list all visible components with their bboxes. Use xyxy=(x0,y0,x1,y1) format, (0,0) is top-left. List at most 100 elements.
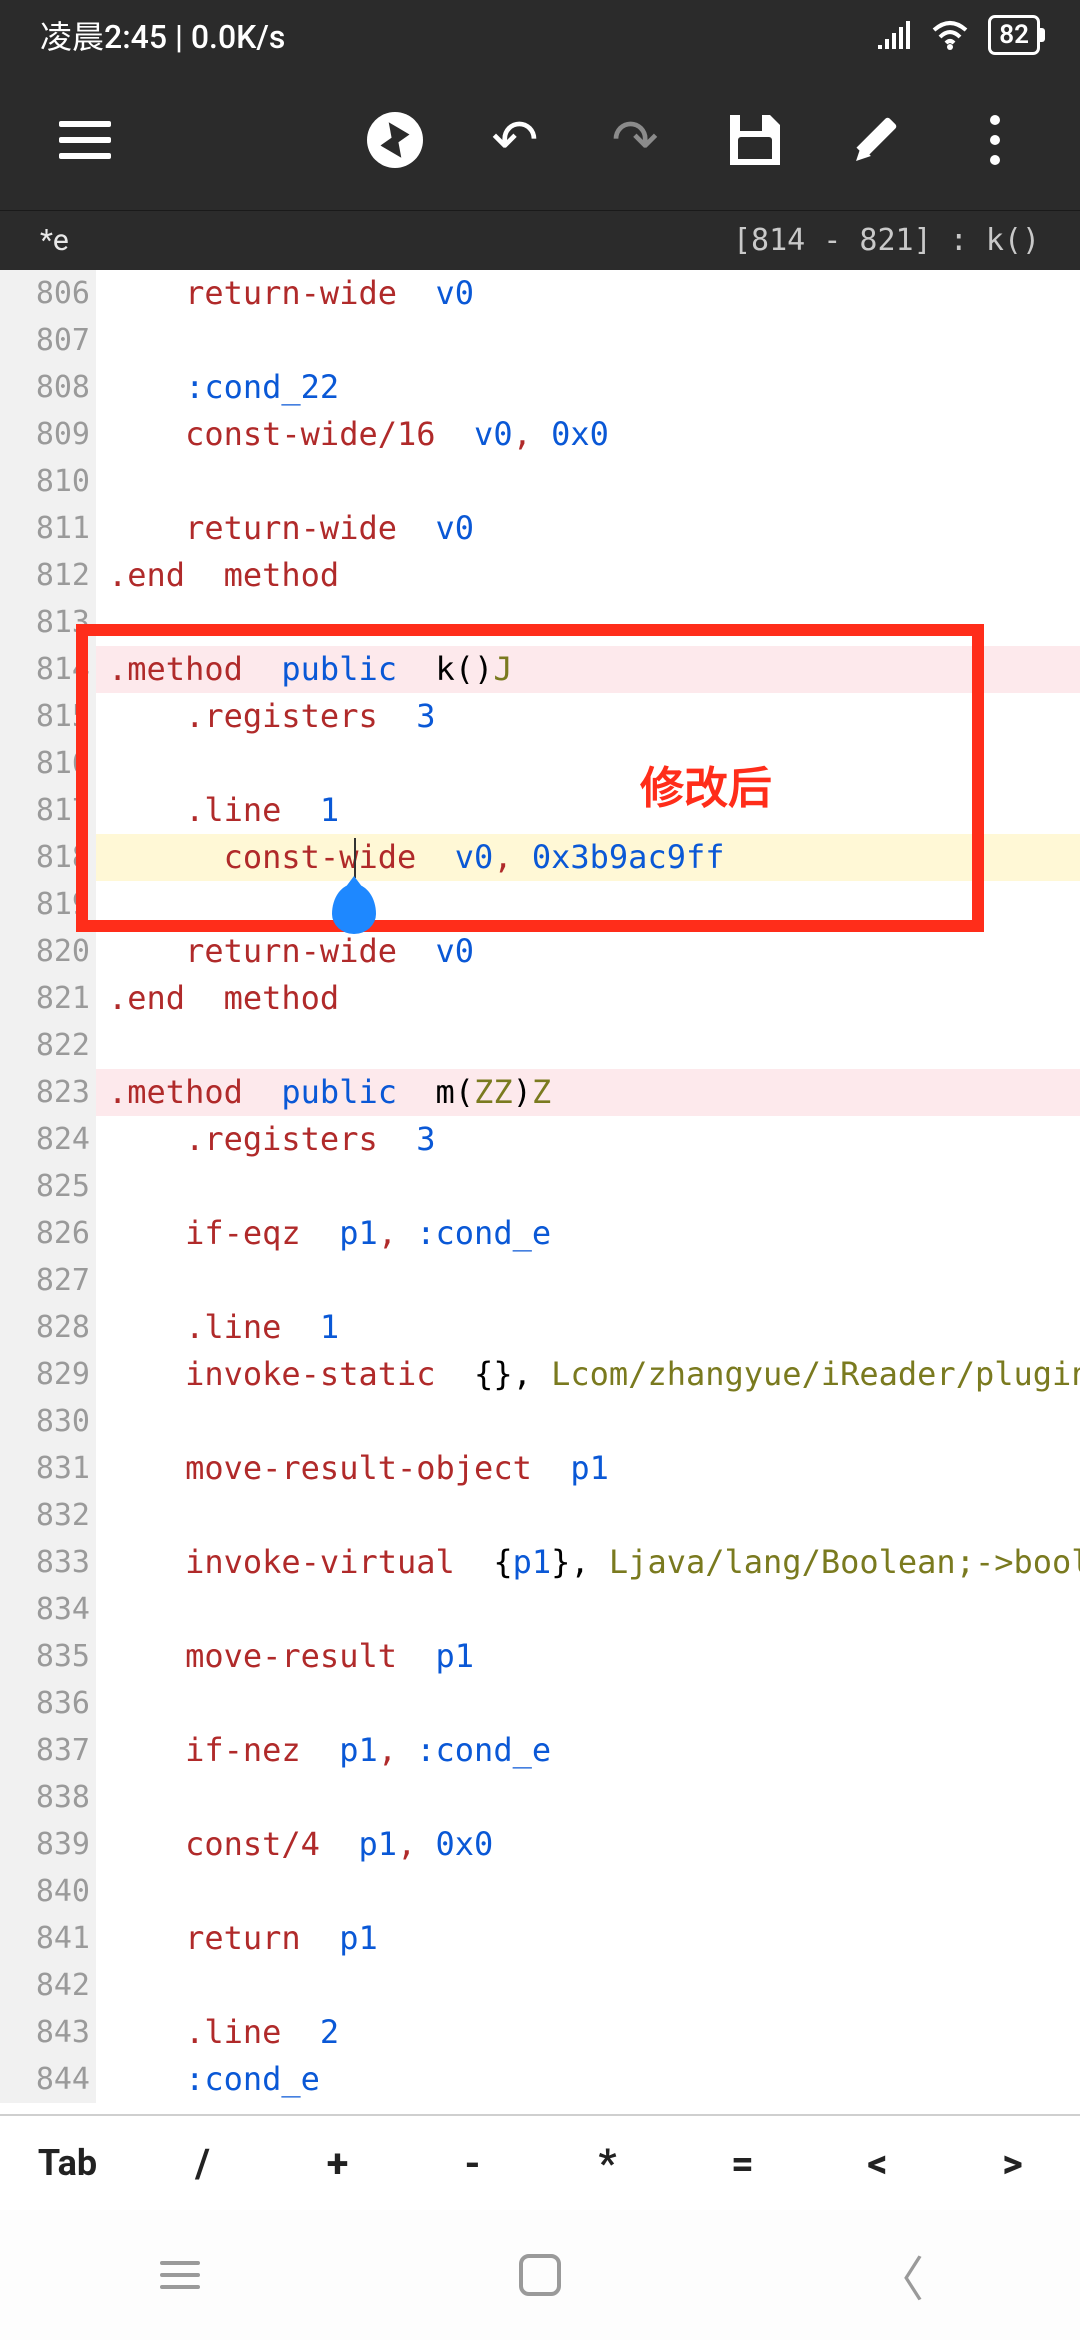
line-number: 828 xyxy=(0,1304,90,1351)
code-line[interactable]: invoke-virtual {p1}, Ljava/lang/Boolean;… xyxy=(96,1539,1080,1586)
line-number: 824 xyxy=(0,1116,90,1163)
line-number: 825 xyxy=(0,1163,90,1210)
undo-icon: ↶ xyxy=(492,112,539,168)
code-line[interactable] xyxy=(96,740,1080,787)
line-number: 827 xyxy=(0,1257,90,1304)
key-lt[interactable]: < xyxy=(810,2140,945,2187)
code-line[interactable]: .registers 3 xyxy=(96,693,1080,740)
line-number: 822 xyxy=(0,1022,90,1069)
line-number: 841 xyxy=(0,1915,90,1962)
code-line[interactable] xyxy=(96,881,1080,928)
status-bar: 凌晨2:45 | 0.0K/s 82 xyxy=(0,0,1080,70)
code-editor[interactable]: 8068078088098108118128138148158168178188… xyxy=(0,270,1080,2140)
code-line[interactable] xyxy=(96,1492,1080,1539)
recent-icon xyxy=(160,2261,200,2289)
code-line[interactable] xyxy=(96,1962,1080,2009)
code-line[interactable]: return-wide v0 xyxy=(96,928,1080,975)
code-line[interactable]: const-wide/16 v0, 0x0 xyxy=(96,411,1080,458)
code-line[interactable]: move-result p1 xyxy=(96,1633,1080,1680)
code-line[interactable] xyxy=(96,1586,1080,1633)
line-number: 830 xyxy=(0,1398,90,1445)
line-number: 840 xyxy=(0,1868,90,1915)
code-line[interactable]: return p1 xyxy=(96,1915,1080,1962)
line-number: 815 xyxy=(0,693,90,740)
home-icon xyxy=(519,2254,561,2296)
more-icon xyxy=(990,115,1000,165)
code-line[interactable]: if-nez p1, :cond_e xyxy=(96,1727,1080,1774)
system-nav-bar: 〈 xyxy=(0,2210,1080,2340)
code-line[interactable]: const-wide v0, 0x3b9ac9ff xyxy=(96,834,1080,881)
key-star[interactable]: * xyxy=(540,2140,675,2187)
save-button[interactable] xyxy=(700,85,810,195)
menu-button[interactable] xyxy=(30,85,140,195)
pencil-icon xyxy=(850,115,900,165)
nav-recent-button[interactable] xyxy=(150,2245,210,2305)
code-line[interactable]: if-eqz p1, :cond_e xyxy=(96,1210,1080,1257)
code-line[interactable]: return-wide v0 xyxy=(96,270,1080,317)
status-time: 凌晨2:45 | 0.0K/s xyxy=(40,12,285,58)
nav-home-button[interactable] xyxy=(510,2245,570,2305)
code-line[interactable]: .line 1 xyxy=(96,787,1080,834)
battery-icon: 82 xyxy=(988,15,1040,55)
redo-button[interactable]: ↷ xyxy=(580,85,690,195)
line-number: 837 xyxy=(0,1727,90,1774)
line-number: 823 xyxy=(0,1069,90,1116)
code-line[interactable]: .registers 3 xyxy=(96,1116,1080,1163)
code-line[interactable]: .line 1 xyxy=(96,1304,1080,1351)
navigate-button[interactable] xyxy=(340,85,450,195)
compass-icon xyxy=(367,112,423,168)
line-number: 819 xyxy=(0,881,90,928)
save-icon xyxy=(730,115,780,165)
line-number: 833 xyxy=(0,1539,90,1586)
more-button[interactable] xyxy=(940,85,1050,195)
line-number: 810 xyxy=(0,458,90,505)
code-line[interactable] xyxy=(96,1398,1080,1445)
line-number: 834 xyxy=(0,1586,90,1633)
key-equals[interactable]: = xyxy=(675,2140,810,2187)
code-line[interactable] xyxy=(96,1257,1080,1304)
key-minus[interactable]: - xyxy=(405,2140,540,2187)
nav-back-button[interactable]: 〈 xyxy=(870,2245,930,2305)
key-slash[interactable]: / xyxy=(135,2140,270,2187)
code-line[interactable] xyxy=(96,1022,1080,1069)
code-line[interactable]: .end method xyxy=(96,552,1080,599)
code-line[interactable]: :cond_e xyxy=(96,2056,1080,2103)
undo-button[interactable]: ↶ xyxy=(460,85,570,195)
line-number-gutter: 8068078088098108118128138148158168178188… xyxy=(0,270,96,2103)
line-number: 838 xyxy=(0,1774,90,1821)
code-area[interactable]: return-wide v0 :cond_22 const-wide/16 v0… xyxy=(96,270,1080,2103)
code-line[interactable] xyxy=(96,317,1080,364)
line-number: 843 xyxy=(0,2009,90,2056)
line-number: 821 xyxy=(0,975,90,1022)
code-line[interactable]: invoke-static {}, Lcom/zhangyue/iReader/… xyxy=(96,1351,1080,1398)
code-line[interactable]: .method public k()J xyxy=(96,646,1080,693)
code-line[interactable]: .method public m(ZZ)Z xyxy=(96,1069,1080,1116)
line-number: 842 xyxy=(0,1962,90,2009)
key-plus[interactable]: + xyxy=(270,2140,405,2187)
code-line[interactable]: .line 2 xyxy=(96,2009,1080,2056)
line-number: 835 xyxy=(0,1633,90,1680)
line-number: 807 xyxy=(0,317,90,364)
code-line[interactable]: .end method xyxy=(96,975,1080,1022)
line-number: 809 xyxy=(0,411,90,458)
symbol-keyboard-row: Tab / + - * = < > xyxy=(0,2114,1080,2210)
code-line[interactable] xyxy=(96,1868,1080,1915)
code-line[interactable] xyxy=(96,458,1080,505)
code-line[interactable]: return-wide v0 xyxy=(96,505,1080,552)
line-number: 813 xyxy=(0,599,90,646)
key-gt[interactable]: > xyxy=(945,2140,1080,2187)
code-line[interactable]: const/4 p1, 0x0 xyxy=(96,1821,1080,1868)
line-number: 816 xyxy=(0,740,90,787)
code-line[interactable]: move-result-object p1 xyxy=(96,1445,1080,1492)
code-line[interactable] xyxy=(96,1774,1080,1821)
code-line[interactable] xyxy=(96,1680,1080,1727)
line-number: 839 xyxy=(0,1821,90,1868)
edit-button[interactable] xyxy=(820,85,930,195)
line-number: 817 xyxy=(0,787,90,834)
key-tab[interactable]: Tab xyxy=(0,2142,135,2184)
redo-icon: ↷ xyxy=(612,112,659,168)
code-line[interactable] xyxy=(96,1163,1080,1210)
code-line[interactable] xyxy=(96,599,1080,646)
line-number: 808 xyxy=(0,364,90,411)
code-line[interactable]: :cond_22 xyxy=(96,364,1080,411)
